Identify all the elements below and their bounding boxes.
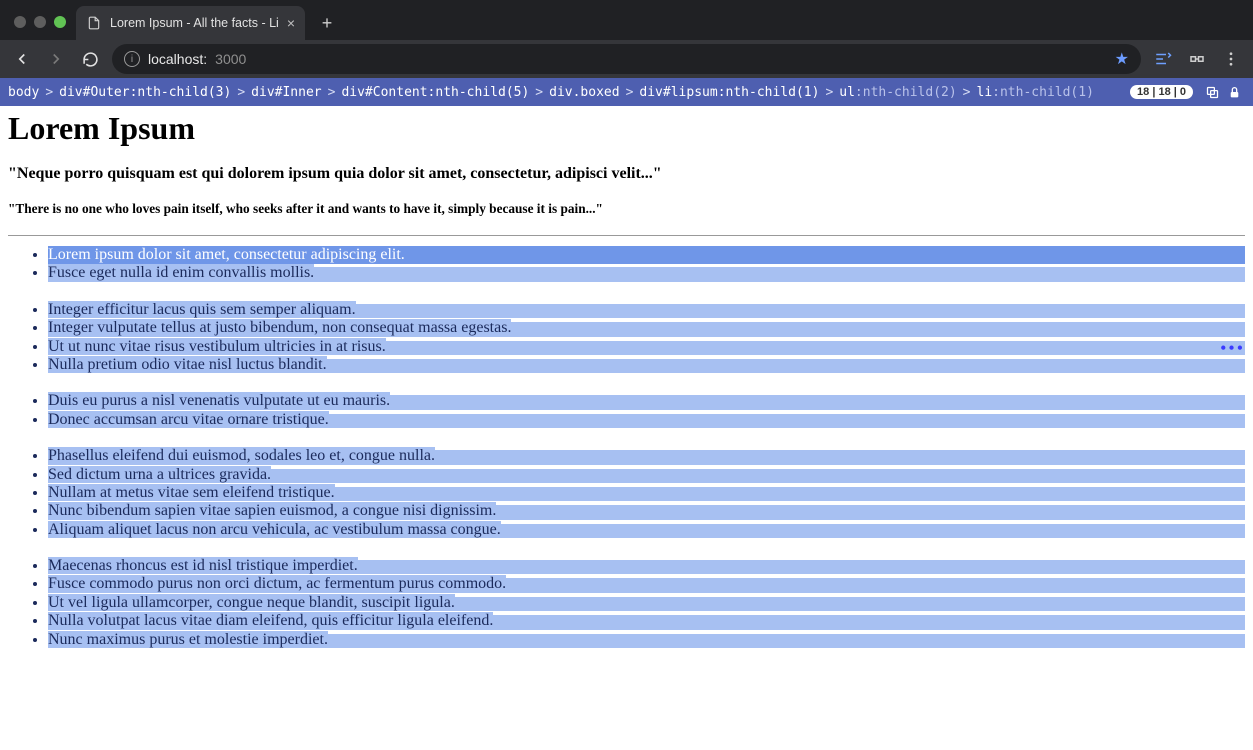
window-controls: [8, 16, 76, 40]
list-container: Lorem ipsum dolor sit amet, consectetur …: [8, 246, 1245, 649]
list-item: Nullam at metus vitae sem eleifend trist…: [48, 484, 1245, 502]
breadcrumb-separator: >: [237, 85, 245, 100]
breadcrumb-segment[interactable]: div#Inner: [251, 85, 321, 100]
new-tab-button[interactable]: +: [313, 9, 341, 37]
site-info-icon[interactable]: i: [124, 51, 140, 67]
breadcrumb-segment[interactable]: div.boxed: [549, 85, 619, 100]
close-tab-icon[interactable]: ×: [287, 16, 295, 30]
list-item-text: Ut ut nunc vitae risus vestibulum ultric…: [48, 338, 386, 355]
list-item-text: Nulla volutpat lacus vitae diam eleifend…: [48, 612, 493, 629]
list-item: Nulla volutpat lacus vitae diam eleifend…: [48, 612, 1245, 630]
url-host: localhost:: [148, 51, 207, 67]
list-item-text: Aliquam aliquet lacus non arcu vehicula,…: [48, 521, 501, 538]
counter-badge: 18 | 18 | 0: [1130, 85, 1193, 99]
list-item-text: Nulla pretium odio vitae nisl luctus bla…: [48, 356, 327, 373]
url-port: 3000: [215, 51, 246, 67]
tab-title: Lorem Ipsum - All the facts - Li: [110, 16, 279, 30]
breadcrumb-separator: >: [626, 85, 634, 100]
close-window-icon[interactable]: [14, 16, 26, 28]
list-item-text: Ut vel ligula ullamcorper, congue neque …: [48, 594, 455, 611]
list-item: Maecenas rhoncus est id nisl tristique i…: [48, 557, 1245, 575]
breadcrumb-segment[interactable]: div#lipsum:nth-child(1): [639, 85, 819, 100]
list-group: Maecenas rhoncus est id nisl tristique i…: [8, 557, 1245, 649]
page-content: Lorem Ipsum "Neque porro quisquam est qu…: [0, 110, 1253, 649]
copy-icon[interactable]: [1205, 85, 1220, 100]
list-item: Phasellus eleifend dui euismod, sodales …: [48, 447, 1245, 465]
breadcrumb-segment[interactable]: div#Content:nth-child(5): [341, 85, 529, 100]
list-item: Integer efficitur lacus quis sem semper …: [48, 301, 1245, 319]
breadcrumb[interactable]: body > div#Outer:nth-child(3) > div#Inner > di…: [8, 85, 1130, 100]
list-item-text: Integer vulputate tellus at justo bibend…: [48, 319, 511, 336]
list-item: Ut vel ligula ullamcorper, congue neque …: [48, 594, 1245, 612]
breadcrumb-separator: >: [535, 85, 543, 100]
page-subtitle: "Neque porro quisquam est qui dolorem ip…: [8, 165, 1245, 183]
list-item: Aliquam aliquet lacus non arcu vehicula,…: [48, 521, 1245, 539]
address-bar[interactable]: i localhost: 3000 ★: [112, 44, 1141, 74]
list-group: Integer efficitur lacus quis sem semper …: [8, 301, 1245, 375]
minimize-window-icon[interactable]: [34, 16, 46, 28]
list-item-text: Duis eu purus a nisl venenatis vulputate…: [48, 392, 390, 409]
forward-button[interactable]: [44, 47, 68, 71]
toolbar: i localhost: 3000 ★: [0, 40, 1253, 78]
extension-icon-2[interactable]: [1185, 47, 1209, 71]
list-item-text: Nunc maximus purus et molestie imperdiet…: [48, 631, 328, 648]
list-item-text: Integer efficitur lacus quis sem semper …: [48, 301, 356, 318]
list-item: Sed dictum urna a ultrices gravida.: [48, 466, 1245, 484]
list-item: Nunc maximus purus et molestie imperdiet…: [48, 631, 1245, 649]
list-group: Lorem ipsum dolor sit amet, consectetur …: [8, 246, 1245, 283]
page-title: Lorem Ipsum: [8, 110, 1245, 147]
list-item-text: Fusce eget nulla id enim convallis molli…: [48, 264, 314, 281]
page-subtitle-2: "There is no one who loves pain itself, …: [8, 201, 1245, 217]
list-item: Ut ut nunc vitae risus vestibulum ultric…: [48, 338, 1245, 356]
list-item-text: Donec accumsan arcu vitae ornare tristiq…: [48, 411, 329, 428]
list-item-text: Sed dictum urna a ultrices gravida.: [48, 466, 271, 483]
extension-icon[interactable]: [1151, 47, 1175, 71]
breadcrumb-segment[interactable]: li:nth-child(1): [977, 85, 1094, 100]
reload-button[interactable]: [78, 47, 102, 71]
dev-breadcrumb-bar: body > div#Outer:nth-child(3) > div#Inner > di…: [0, 78, 1253, 106]
breadcrumb-separator: >: [825, 85, 833, 100]
ellipsis-icon[interactable]: •••: [1220, 338, 1245, 359]
list-item: Donec accumsan arcu vitae ornare tristiq…: [48, 411, 1245, 429]
list-group: Phasellus eleifend dui euismod, sodales …: [8, 447, 1245, 539]
maximize-window-icon[interactable]: [54, 16, 66, 28]
browser-menu-icon[interactable]: [1219, 47, 1243, 71]
breadcrumb-separator: >: [963, 85, 971, 100]
browser-tab[interactable]: Lorem Ipsum - All the facts - Li ×: [76, 6, 305, 40]
list-item-text: Maecenas rhoncus est id nisl tristique i…: [48, 557, 358, 574]
list-item: Fusce eget nulla id enim convallis molli…: [48, 264, 1245, 282]
breadcrumb-segment[interactable]: body: [8, 85, 39, 100]
breadcrumb-segment[interactable]: ul:nth-child(2): [839, 85, 956, 100]
breadcrumb-separator: >: [45, 85, 53, 100]
list-item: Lorem ipsum dolor sit amet, consectetur …: [48, 246, 1245, 264]
bookmark-star-icon[interactable]: ★: [1115, 49, 1129, 69]
list-item: Duis eu purus a nisl venenatis vulputate…: [48, 392, 1245, 410]
breadcrumb-separator: >: [328, 85, 336, 100]
list-item-text: Phasellus eleifend dui euismod, sodales …: [48, 447, 435, 464]
list-item: Nulla pretium odio vitae nisl luctus bla…: [48, 356, 1245, 374]
list-item: Fusce commodo purus non orci dictum, ac …: [48, 575, 1245, 593]
list-item-text: Lorem ipsum dolor sit amet, consectetur …: [48, 246, 405, 263]
browser-chrome: Lorem Ipsum - All the facts - Li × + i l…: [0, 0, 1253, 78]
back-button[interactable]: [10, 47, 34, 71]
list-item-text: Nunc bibendum sapien vitae sapien euismo…: [48, 502, 496, 519]
list-item-text: Nullam at metus vitae sem eleifend trist…: [48, 484, 335, 501]
breadcrumb-segment[interactable]: div#Outer:nth-child(3): [59, 85, 231, 100]
page-icon: [86, 15, 102, 31]
lock-icon[interactable]: [1228, 85, 1241, 100]
list-item: Integer vulputate tellus at justo bibend…: [48, 319, 1245, 337]
divider: [8, 235, 1245, 236]
tab-strip: Lorem Ipsum - All the facts - Li × +: [0, 0, 1253, 40]
list-item: Nunc bibendum sapien vitae sapien euismo…: [48, 502, 1245, 520]
list-group: Duis eu purus a nisl venenatis vulputate…: [8, 392, 1245, 429]
list-item-text: Fusce commodo purus non orci dictum, ac …: [48, 575, 506, 592]
